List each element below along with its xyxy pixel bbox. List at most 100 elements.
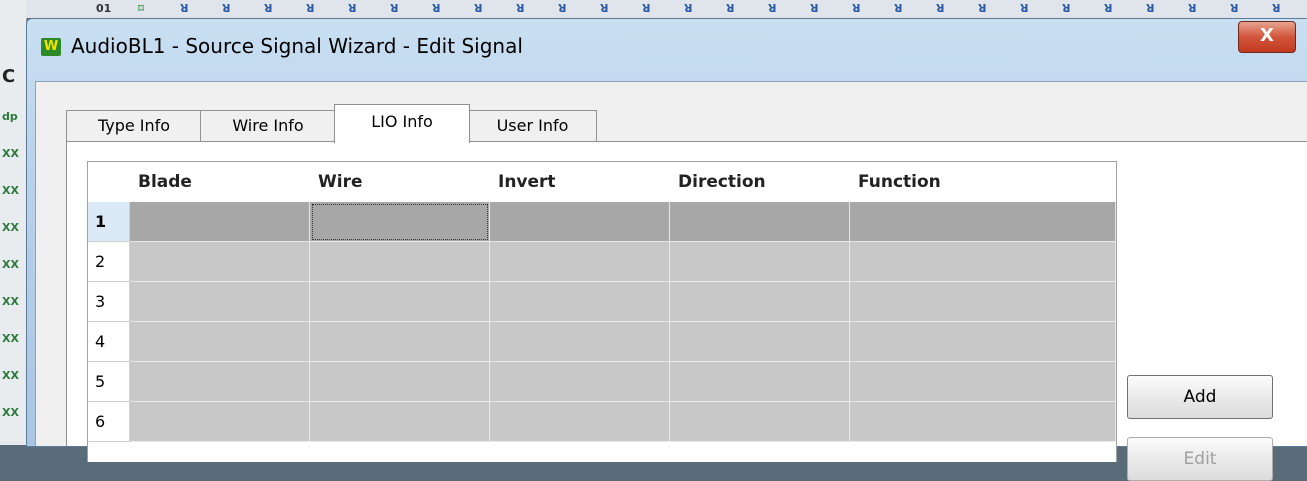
dialog-client-area: Type Info Wire Info LIO Info User Info B… [35,81,1307,481]
background-pin-icon: ꓤ [390,2,399,15]
background-pin-icon: ꓤ [1020,2,1029,15]
tab-wire-info[interactable]: Wire Info [200,110,336,141]
tab-type-info[interactable]: Type Info [66,110,202,141]
background-glyph: XX [2,369,19,382]
background-glyph: dp [2,110,18,123]
background-glyph: XX [2,147,19,160]
column-header-wire[interactable]: Wire [310,162,490,202]
background-glyph: XX [2,258,19,271]
table-cell-invert[interactable] [490,322,670,362]
table-row[interactable]: 4 [88,322,1116,362]
table-cell-function[interactable] [850,202,1116,242]
edit-signal-dialog: W AudioBL1 - Source Signal Wizard - Edit… [26,18,1307,481]
background-pin-icon: ꓤ [1188,2,1197,15]
row-number[interactable]: 4 [88,322,130,362]
background-pin-icon: ꓤ [810,2,819,15]
background-pin-icon: ꓤ [642,2,651,15]
table-cell-invert[interactable] [490,402,670,442]
table-cell-invert[interactable] [490,362,670,402]
background-pin-icon: ꓤ [180,2,189,15]
table-cell-wire[interactable] [310,322,490,362]
column-header-blade[interactable]: Blade [130,162,310,202]
background-pin-icon: ꓤ [894,2,903,15]
background-glyph: XX [2,295,19,308]
background-pin-icon: ꓤ [978,2,987,15]
table-row[interactable]: 3 [88,282,1116,322]
table-cell-invert[interactable] [490,282,670,322]
table-cell-direction[interactable] [670,322,850,362]
background-pin-icon: ꓤ [1230,2,1239,15]
title-bar[interactable]: W AudioBL1 - Source Signal Wizard - Edit… [27,19,1307,81]
app-icon: W [41,38,61,56]
window-title: AudioBL1 - Source Signal Wizard - Edit S… [71,34,523,58]
background-app-strip: Cdp XX XX XX XX XX XX XX XX [0,0,27,445]
background-pin-icon: ꓤ [432,2,441,15]
table-cell-blade[interactable] [130,402,310,442]
row-number[interactable]: 5 [88,362,130,402]
row-number[interactable]: 2 [88,242,130,282]
table-cell-blade[interactable] [130,322,310,362]
table-cell-direction[interactable] [670,362,850,402]
background-pin-icon: ꓤ [348,2,357,15]
table-cell-blade[interactable] [130,362,310,402]
background-glyph: XX [2,406,19,419]
background-toolbar: 01 ⌑ ꓤ ꓤ ꓤ ꓤ ꓤ ꓤ ꓤ ꓤ ꓤ ꓤ ꓤ ꓤ ꓤ ꓤ ꓤ ꓤ ꓤ ꓤ ꓤ ꓤ ꓤ ꓤ ꓤ ꓤ ꓤ ꓤ ꓤ [26,0,1307,18]
background-pin-icon: ꓤ [852,2,861,15]
table-cell-wire[interactable] [310,402,490,442]
table-row[interactable]: 2 [88,242,1116,282]
table-cell-function[interactable] [850,282,1116,322]
table-cell-blade[interactable] [130,282,310,322]
row-header-corner [88,162,130,202]
background-pin-icon: ꓤ [684,2,693,15]
table-cell-direction[interactable] [670,402,850,442]
table-cell-wire[interactable] [310,362,490,402]
table-cell-direction[interactable] [670,242,850,282]
tab-lio-info[interactable]: LIO Info [334,104,470,143]
background-pin-icon: ꓤ [222,2,231,15]
table-row[interactable]: 6 [88,402,1116,442]
table-cell-invert[interactable] [490,202,670,242]
row-number[interactable]: 3 [88,282,130,322]
table-cell-function[interactable] [850,362,1116,402]
table-cell-function[interactable] [850,402,1116,442]
table-cell-wire[interactable] [310,202,490,242]
edit-button[interactable]: Edit [1127,437,1273,481]
background-pin-icon: ꓤ [768,2,777,15]
background-pin-icon: ꓤ [474,2,483,15]
tab-user-info[interactable]: User Info [468,110,597,141]
table-cell-blade[interactable] [130,242,310,282]
table-cell-function[interactable] [850,242,1116,282]
background-glyph: C [2,66,16,87]
table-cell-wire[interactable] [310,282,490,322]
background-glyph: XX [2,221,19,234]
table-row[interactable]: 1 [88,202,1116,242]
close-button[interactable]: X [1238,21,1296,53]
column-header-function[interactable]: Function [850,162,1116,202]
background-pin-icon: ꓤ [558,2,567,15]
background-pin-icon: ꓤ [1104,2,1113,15]
table-cell-function[interactable] [850,322,1116,362]
lio-info-panel: Blade Wire Invert Direction Function 123… [66,141,1307,481]
lio-grid[interactable]: Blade Wire Invert Direction Function 123… [87,161,1117,462]
table-cell-direction[interactable] [670,282,850,322]
table-cell-wire[interactable] [310,242,490,282]
background-pin-icon: ꓤ [1146,2,1155,15]
background-glyph: XX [2,184,19,197]
table-cell-blade[interactable] [130,202,310,242]
background-pin-icon: ꓤ [600,2,609,15]
table-row[interactable]: 5 [88,362,1116,402]
row-number[interactable]: 6 [88,402,130,442]
table-cell-invert[interactable] [490,242,670,282]
background-glyph: XX [2,332,19,345]
background-pin-icon: ꓤ [516,2,525,15]
add-button[interactable]: Add [1127,375,1273,419]
column-header-direction[interactable]: Direction [670,162,850,202]
background-pin-icon: ꓤ [936,2,945,15]
background-pin-icon: ꓤ [1272,2,1281,15]
grid-header: Blade Wire Invert Direction Function [88,162,1116,202]
table-cell-direction[interactable] [670,202,850,242]
column-header-invert[interactable]: Invert [490,162,670,202]
background-pin-icon: ꓤ [306,2,315,15]
background-pin-icon: 01 [96,2,112,15]
row-number[interactable]: 1 [88,202,130,242]
